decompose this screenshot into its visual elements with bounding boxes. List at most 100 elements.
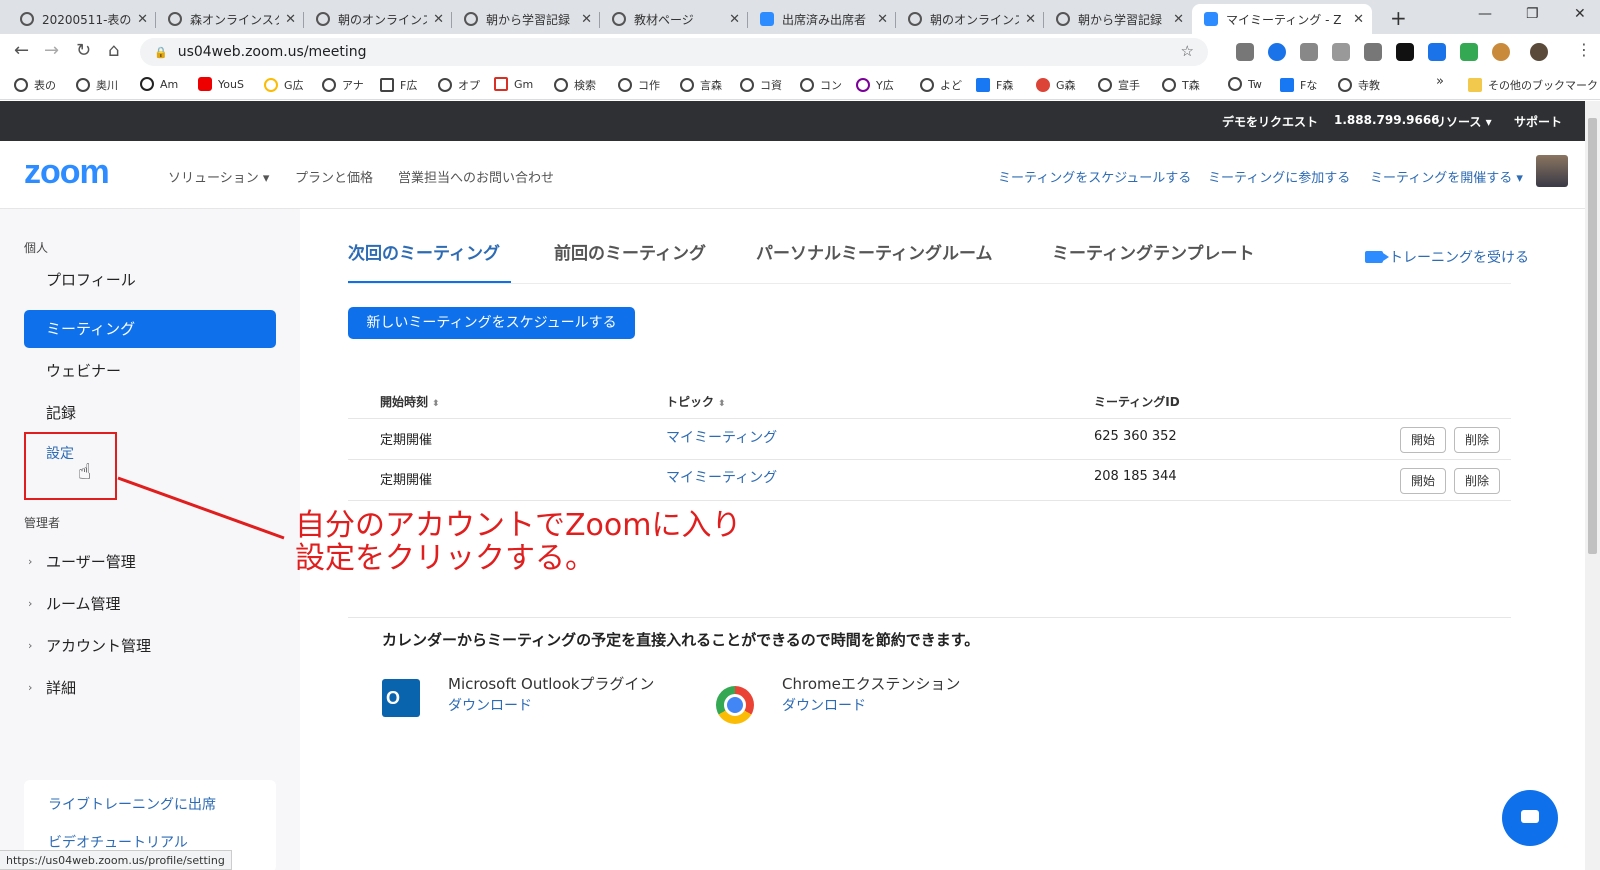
- browser-tab[interactable]: 朝のオンラインスク ✕: [896, 4, 1044, 34]
- close-tab-icon[interactable]: ✕: [877, 12, 888, 27]
- other-bookmarks[interactable]: その他のブックマーク: [1468, 77, 1598, 93]
- schedule-new-meeting-button[interactable]: 新しいミーティングをスケジュールする: [348, 307, 635, 339]
- cookie-icon[interactable]: [1492, 43, 1510, 61]
- sidebar-item-recordings[interactable]: 記録: [24, 394, 276, 432]
- reload-icon[interactable]: ↻: [76, 40, 91, 61]
- extension-icon[interactable]: [1300, 43, 1318, 61]
- start-meeting-button[interactable]: 開始: [1400, 427, 1447, 453]
- close-tab-icon[interactable]: ✕: [581, 12, 592, 27]
- sidebar-item-account-management[interactable]: › アカウント管理: [24, 627, 276, 665]
- bookmark-item[interactable]: オプ: [438, 77, 480, 93]
- contact-sales-link[interactable]: 営業担当へのお問い合わせ: [398, 167, 554, 186]
- bookmark-item[interactable]: F森: [976, 77, 1013, 93]
- chrome-download-link[interactable]: ダウンロード: [782, 695, 866, 715]
- tab-personal-meeting-room[interactable]: パーソナルミーティングルーム: [756, 239, 992, 264]
- bookmark-item[interactable]: 寺教: [1338, 77, 1380, 93]
- zoom-logo[interactable]: zoom: [24, 153, 110, 192]
- bookmark-item[interactable]: よど: [920, 77, 962, 93]
- bookmark-item[interactable]: 言森: [680, 77, 722, 93]
- close-tab-icon[interactable]: ✕: [1025, 12, 1036, 27]
- header-start-time[interactable]: 開始時刻 ⬍: [380, 393, 440, 410]
- bookmark-star-icon[interactable]: ☆: [1181, 42, 1194, 60]
- bookmark-item[interactable]: 検索: [554, 77, 596, 93]
- plans-pricing-link[interactable]: プランと価格: [295, 167, 373, 186]
- meeting-topic-link[interactable]: マイミーティング: [666, 467, 777, 487]
- tab-upcoming-meetings[interactable]: 次回のミーティング: [348, 239, 500, 264]
- request-demo-link[interactable]: デモをリクエスト: [1222, 113, 1318, 130]
- bookmarks-overflow-icon[interactable]: »: [1436, 74, 1444, 89]
- live-training-link[interactable]: ライブトレーニングに出席: [48, 794, 216, 814]
- close-tab-icon[interactable]: ✕: [285, 12, 296, 27]
- delete-meeting-button[interactable]: 削除: [1454, 468, 1501, 494]
- phone-link[interactable]: 1.888.799.9666: [1334, 113, 1440, 127]
- video-tutorials-link[interactable]: ビデオチュートリアル: [48, 832, 188, 852]
- support-link[interactable]: サポート: [1514, 113, 1562, 130]
- header-topic[interactable]: トピック ⬍: [666, 393, 726, 410]
- host-meeting-menu[interactable]: ミーティングを開催する ▾: [1370, 167, 1523, 186]
- bookmark-item[interactable]: コン: [800, 77, 842, 93]
- outlook-download-link[interactable]: ダウンロード: [448, 695, 532, 715]
- bookmark-item[interactable]: 宣手: [1098, 77, 1140, 93]
- extension-icon[interactable]: [1236, 43, 1254, 61]
- browser-tab[interactable]: 出席済み出席者 ✕: [748, 4, 896, 34]
- address-bar[interactable]: 🔒 us04web.zoom.us/meeting ☆: [140, 38, 1208, 66]
- scrollbar-thumb[interactable]: [1588, 118, 1597, 554]
- new-tab-button[interactable]: +: [1390, 6, 1407, 30]
- user-avatar[interactable]: [1536, 155, 1568, 187]
- tab-meeting-templates[interactable]: ミーティングテンプレート: [1052, 239, 1254, 264]
- sidebar-item-meetings[interactable]: ミーティング: [24, 310, 276, 348]
- maximize-icon[interactable]: ❐: [1526, 6, 1539, 22]
- drive-icon[interactable]: [1460, 43, 1478, 61]
- close-tab-icon[interactable]: ✕: [1173, 12, 1184, 27]
- bookmark-item[interactable]: コ作: [618, 77, 660, 93]
- bookmark-item[interactable]: 表の: [14, 77, 56, 93]
- browser-tab[interactable]: 教材ページ ✕: [600, 4, 748, 34]
- extension-icon[interactable]: [1332, 43, 1350, 61]
- browser-tab-active[interactable]: マイミーティング - Z ✕: [1192, 4, 1372, 34]
- bookmark-item[interactable]: G森: [1036, 77, 1076, 93]
- browser-tab[interactable]: 朝のオンラインスク ✕: [304, 4, 452, 34]
- schedule-meeting-link[interactable]: ミーティングをスケジュールする: [998, 167, 1191, 186]
- bookmark-item[interactable]: Fな: [1280, 77, 1317, 93]
- window-close-icon[interactable]: ✕: [1574, 6, 1586, 22]
- chat-bubble-icon[interactable]: [1502, 790, 1558, 846]
- browser-tab[interactable]: 朝から学習記録 ✕: [1044, 4, 1192, 34]
- sidebar-item-advanced[interactable]: › 詳細: [24, 669, 276, 707]
- solutions-menu[interactable]: ソリューション ▾: [168, 167, 269, 186]
- extension-icon[interactable]: [1364, 43, 1382, 61]
- training-link[interactable]: トレーニングを受ける: [1365, 247, 1529, 267]
- extension-icon[interactable]: [1268, 43, 1286, 61]
- extension-icon[interactable]: [1428, 43, 1446, 61]
- browser-tab[interactable]: 森オンラインスクール ✕: [156, 4, 304, 34]
- sidebar-item-user-management[interactable]: › ユーザー管理: [24, 543, 276, 581]
- start-meeting-button[interactable]: 開始: [1400, 468, 1447, 494]
- sidebar-item-profile[interactable]: プロフィール: [24, 261, 276, 299]
- close-tab-icon[interactable]: ✕: [137, 12, 148, 27]
- bookmark-item[interactable]: T森: [1162, 77, 1200, 93]
- bookmark-item[interactable]: Y広: [856, 77, 894, 93]
- bookmark-item[interactable]: コ資: [740, 77, 782, 93]
- bookmark-item[interactable]: G広: [264, 77, 304, 93]
- browser-tab[interactable]: 20200511-表の計 ✕: [8, 4, 156, 34]
- minimize-icon[interactable]: —: [1478, 6, 1492, 22]
- bookmark-item[interactable]: YouS: [198, 77, 244, 91]
- menu-kebab-icon[interactable]: ⋮: [1576, 40, 1592, 59]
- home-icon[interactable]: ⌂: [108, 40, 119, 61]
- sidebar-item-webinars[interactable]: ウェビナー: [24, 352, 276, 390]
- browser-tab[interactable]: 朝から学習記録 ✕: [452, 4, 600, 34]
- close-tab-icon[interactable]: ✕: [729, 12, 740, 27]
- extension-icon[interactable]: [1396, 43, 1414, 61]
- tab-previous-meetings[interactable]: 前回のミーティング: [554, 239, 706, 264]
- bookmark-item[interactable]: Gm: [494, 77, 533, 91]
- back-icon[interactable]: ←: [14, 40, 29, 61]
- delete-meeting-button[interactable]: 削除: [1454, 427, 1501, 453]
- bookmark-item[interactable]: 奥川: [76, 77, 118, 93]
- bookmark-item[interactable]: Am: [140, 77, 178, 91]
- bookmark-item[interactable]: F広: [380, 77, 417, 93]
- forward-icon[interactable]: →: [44, 40, 59, 61]
- join-meeting-link[interactable]: ミーティングに参加する: [1208, 167, 1350, 186]
- bookmark-item[interactable]: Tw: [1228, 77, 1262, 91]
- bookmark-item[interactable]: アナ: [322, 77, 364, 93]
- sidebar-item-room-management[interactable]: › ルーム管理: [24, 585, 276, 623]
- meeting-topic-link[interactable]: マイミーティング: [666, 427, 777, 447]
